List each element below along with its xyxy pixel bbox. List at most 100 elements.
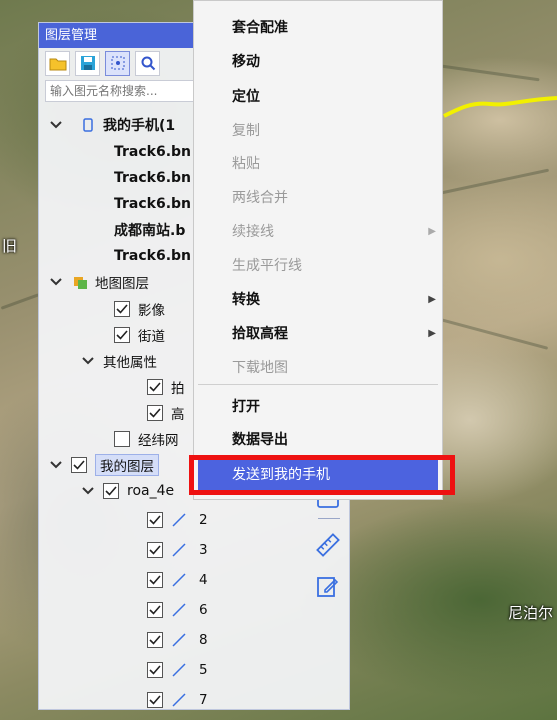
menu-item-move[interactable]: 移动 [194,47,442,77]
tree-item-track[interactable]: 成都南站.b [114,216,185,244]
tree-node-other-props[interactable]: 其他属性 [81,347,157,375]
polyline-icon [172,603,186,617]
tree-item-other-a[interactable]: 拍 [147,373,185,401]
checkbox-unchecked[interactable] [114,431,130,447]
chevron-right-icon: ▶ [428,226,436,237]
menu-item-label: 转换 [232,292,260,308]
menu-item-send-to-phone[interactable]: 发送到我的手机 [198,460,438,490]
chevron-right-icon: ▶ [428,294,436,305]
menu-item-continue-line[interactable]: 续接线 ▶ [194,217,442,247]
menu-item-merge-lines[interactable]: 两线合并 [194,183,442,213]
tree-item-streets[interactable]: 街道 [114,321,165,349]
tree-node-my-phone[interactable]: 我的手机(1 [49,111,175,139]
context-menu: 套合配准 移动 定位 复制 粘贴 两线合并 续接线 ▶ 生成平行线 转换 ▶ 拾… [193,0,443,500]
chevron-right-icon: ▶ [428,328,436,339]
tree-item-line[interactable]: 4 [147,566,208,594]
line-label: 3 [199,542,208,558]
chevron-down-icon[interactable] [81,354,95,368]
tree-item-graticule[interactable]: 经纬网 [114,425,179,453]
menu-item-locate[interactable]: 定位 [194,82,442,112]
map-label-left: 旧 [2,237,18,255]
my-layers-label: 我的图层 [95,454,159,476]
search-icon[interactable] [135,50,160,76]
map-layers-icon [73,274,89,290]
imagery-label: 影像 [138,303,165,319]
line-label: 5 [199,662,208,678]
checkbox-checked[interactable] [71,457,87,473]
checkbox-checked[interactable] [147,602,163,618]
line-label: 4 [199,572,208,588]
search-input[interactable] [45,80,195,102]
menu-item-pick-elevation[interactable]: 拾取高程 ▶ [194,319,442,349]
graticule-label: 经纬网 [138,433,179,449]
checkbox-checked[interactable] [147,632,163,648]
other-b-label: 高 [171,407,185,423]
tree-item-line[interactable]: 8 [147,626,208,654]
road-line [443,96,557,118]
checkbox-checked[interactable] [114,301,130,317]
save-icon[interactable] [75,50,100,76]
tree-item-line[interactable]: 7 [147,686,208,709]
polyline-icon [172,573,186,587]
chevron-down-icon[interactable] [81,484,95,498]
line-label: 7 [199,692,208,708]
polyline-icon [172,693,186,707]
edit-document-icon[interactable] [312,571,344,601]
map-layers-label: 地图图层 [95,276,149,292]
phone-icon [83,118,93,132]
my-phone-label: 我的手机(1 [103,118,176,134]
tree-node-roa[interactable]: roa_4e [81,477,174,505]
checkbox-checked[interactable] [147,662,163,678]
ruler-icon[interactable] [312,530,344,560]
checkbox-checked[interactable] [147,512,163,528]
menu-separator [198,384,438,385]
side-toolstrip [312,485,346,605]
tree-item-track[interactable]: Track6.bn [114,242,191,270]
menu-item-label: 续接线 [232,224,274,240]
other-props-label: 其他属性 [103,355,157,371]
tree-item-line[interactable]: 6 [147,596,208,624]
chevron-down-icon[interactable] [49,275,63,289]
menu-item-download-map[interactable]: 下载地图 [194,353,442,383]
line-label: 2 [199,512,208,528]
tree-item-imagery[interactable]: 影像 [114,295,165,323]
tree-node-map-layers[interactable]: 地图图层 [49,268,149,296]
polyline-icon [172,513,186,527]
tree-item-line[interactable]: 2 [147,506,208,534]
tree-item-track[interactable]: Track6.bn [114,164,191,192]
menu-item-open[interactable]: 打开 [194,392,442,422]
tree-item-line[interactable]: 5 [147,656,208,684]
tree-item-line[interactable]: 3 [147,536,208,564]
tree-item-track[interactable]: Track6.bn [114,138,191,166]
tree-node-my-layers[interactable]: 我的图层 [49,451,159,479]
checkbox-checked[interactable] [147,379,163,395]
menu-item-parallel-line[interactable]: 生成平行线 [194,251,442,281]
streets-label: 街道 [138,329,165,345]
roa-label: roa_4e [127,483,175,499]
tree-item-track[interactable]: Track6.bn [114,190,191,218]
select-all-icon[interactable] [105,50,130,76]
menu-item-register[interactable]: 套合配准 [194,13,442,43]
checkbox-checked[interactable] [147,692,163,708]
checkbox-checked[interactable] [114,327,130,343]
menu-item-paste[interactable]: 粘贴 [194,149,442,179]
polyline-icon [172,663,186,677]
polyline-icon [172,543,186,557]
checkbox-checked[interactable] [147,542,163,558]
menu-item-export-data[interactable]: 数据导出 [194,425,442,455]
menu-item-label: 拾取高程 [232,326,288,342]
checkbox-checked[interactable] [147,572,163,588]
polyline-icon [172,633,186,647]
other-a-label: 拍 [171,381,185,397]
line-label: 8 [199,632,208,648]
menu-item-convert[interactable]: 转换 ▶ [194,285,442,315]
tree-item-other-b[interactable]: 高 [147,399,185,427]
chevron-down-icon[interactable] [49,118,63,132]
map-label-nepal: 尼泊尔 [508,604,554,622]
menu-item-copy[interactable]: 复制 [194,116,442,146]
folder-open-icon[interactable] [45,50,70,76]
checkbox-checked[interactable] [147,405,163,421]
chevron-down-icon[interactable] [49,458,63,472]
checkbox-checked[interactable] [103,483,119,499]
line-label: 6 [199,602,208,618]
